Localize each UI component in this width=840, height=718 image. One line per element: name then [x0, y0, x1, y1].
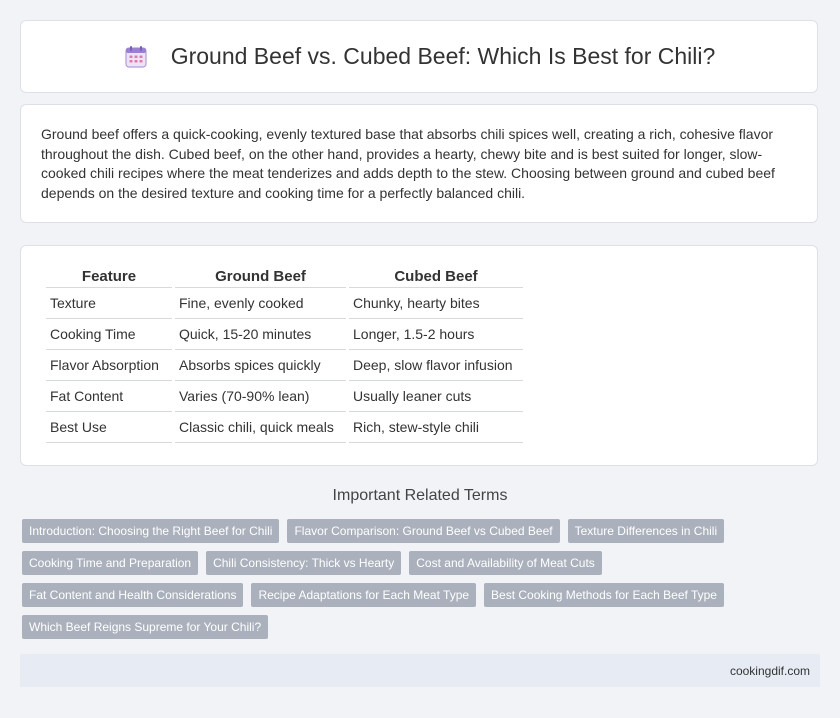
table-row: Best Use Classic chili, quick meals Rich… [46, 412, 523, 443]
table-cell: Deep, slow flavor infusion [349, 350, 523, 381]
table-cell: Fine, evenly cooked [175, 288, 346, 319]
table-cell: Texture [46, 288, 172, 319]
header-feature: Feature [46, 264, 172, 288]
calendar-icon [123, 44, 149, 70]
term-tag[interactable]: Cost and Availability of Meat Cuts [409, 551, 602, 575]
intro-paragraph: Ground beef offers a quick-cooking, even… [41, 126, 775, 201]
table-cell: Flavor Absorption [46, 350, 172, 381]
term-tag[interactable]: Texture Differences in Chili [567, 519, 725, 543]
term-tag[interactable]: Which Beef Reigns Supreme for Your Chili… [22, 615, 269, 639]
table-cell: Chunky, hearty bites [349, 288, 523, 319]
table-cell: Cooking Time [46, 319, 172, 350]
header-card: Ground Beef vs. Cubed Beef: Which Is Bes… [20, 20, 818, 93]
table-cell: Longer, 1.5-2 hours [349, 319, 523, 350]
table-cell: Classic chili, quick meals [175, 412, 346, 443]
table-cell: Absorbs spices quickly [175, 350, 346, 381]
page-title: Ground Beef vs. Cubed Beef: Which Is Bes… [170, 43, 716, 69]
related-terms-heading: Important Related Terms [332, 487, 508, 504]
table-row: Texture Fine, evenly cooked Chunky, hear… [46, 288, 523, 319]
footer: cookingdif.com [20, 654, 820, 687]
table-cell: Best Use [46, 412, 172, 443]
table-row: Cooking Time Quick, 15-20 minutes Longer… [46, 319, 523, 350]
term-tag[interactable]: Recipe Adaptations for Each Meat Type [251, 583, 477, 607]
table-row: Fat Content Varies (70-90% lean) Usually… [46, 381, 523, 412]
related-terms-list: Introduction: Choosing the Right Beef fo… [22, 519, 812, 647]
term-tag[interactable]: Introduction: Choosing the Right Beef fo… [22, 519, 280, 543]
header-cubed-beef: Cubed Beef [349, 264, 523, 288]
term-tag[interactable]: Cooking Time and Preparation [22, 551, 199, 575]
comparison-table: Feature Ground Beef Cubed Beef Texture F… [43, 264, 526, 443]
table-cell: Quick, 15-20 minutes [175, 319, 346, 350]
table-row: Flavor Absorption Absorbs spices quickly… [46, 350, 523, 381]
table-cell: Fat Content [46, 381, 172, 412]
term-tag[interactable]: Flavor Comparison: Ground Beef vs Cubed … [287, 519, 560, 543]
table-header-row: Feature Ground Beef Cubed Beef [46, 264, 523, 288]
table-cell: Rich, stew-style chili [349, 412, 523, 443]
header-ground-beef: Ground Beef [175, 264, 346, 288]
term-tag[interactable]: Chili Consistency: Thick vs Hearty [206, 551, 402, 575]
site-name[interactable]: cookingdif.com [730, 664, 810, 678]
term-tag[interactable]: Fat Content and Health Considerations [22, 583, 244, 607]
term-tag[interactable]: Best Cooking Methods for Each Beef Type [484, 583, 724, 607]
intro-card: Ground beef offers a quick-cooking, even… [20, 104, 818, 223]
table-cell: Varies (70-90% lean) [175, 381, 346, 412]
table-cell: Usually leaner cuts [349, 381, 523, 412]
comparison-card: Feature Ground Beef Cubed Beef Texture F… [20, 245, 818, 466]
